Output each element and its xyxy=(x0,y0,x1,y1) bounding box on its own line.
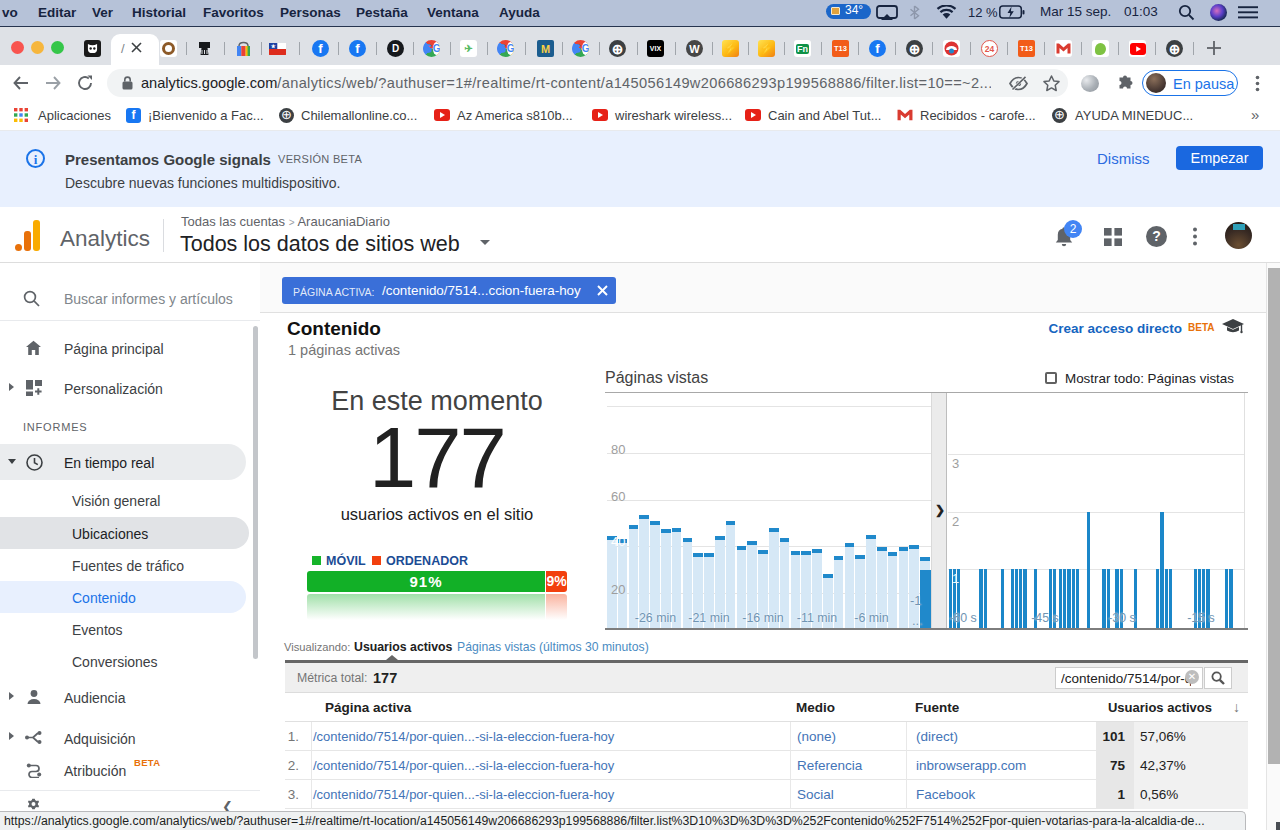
svg-text:★: ★ xyxy=(271,43,276,49)
